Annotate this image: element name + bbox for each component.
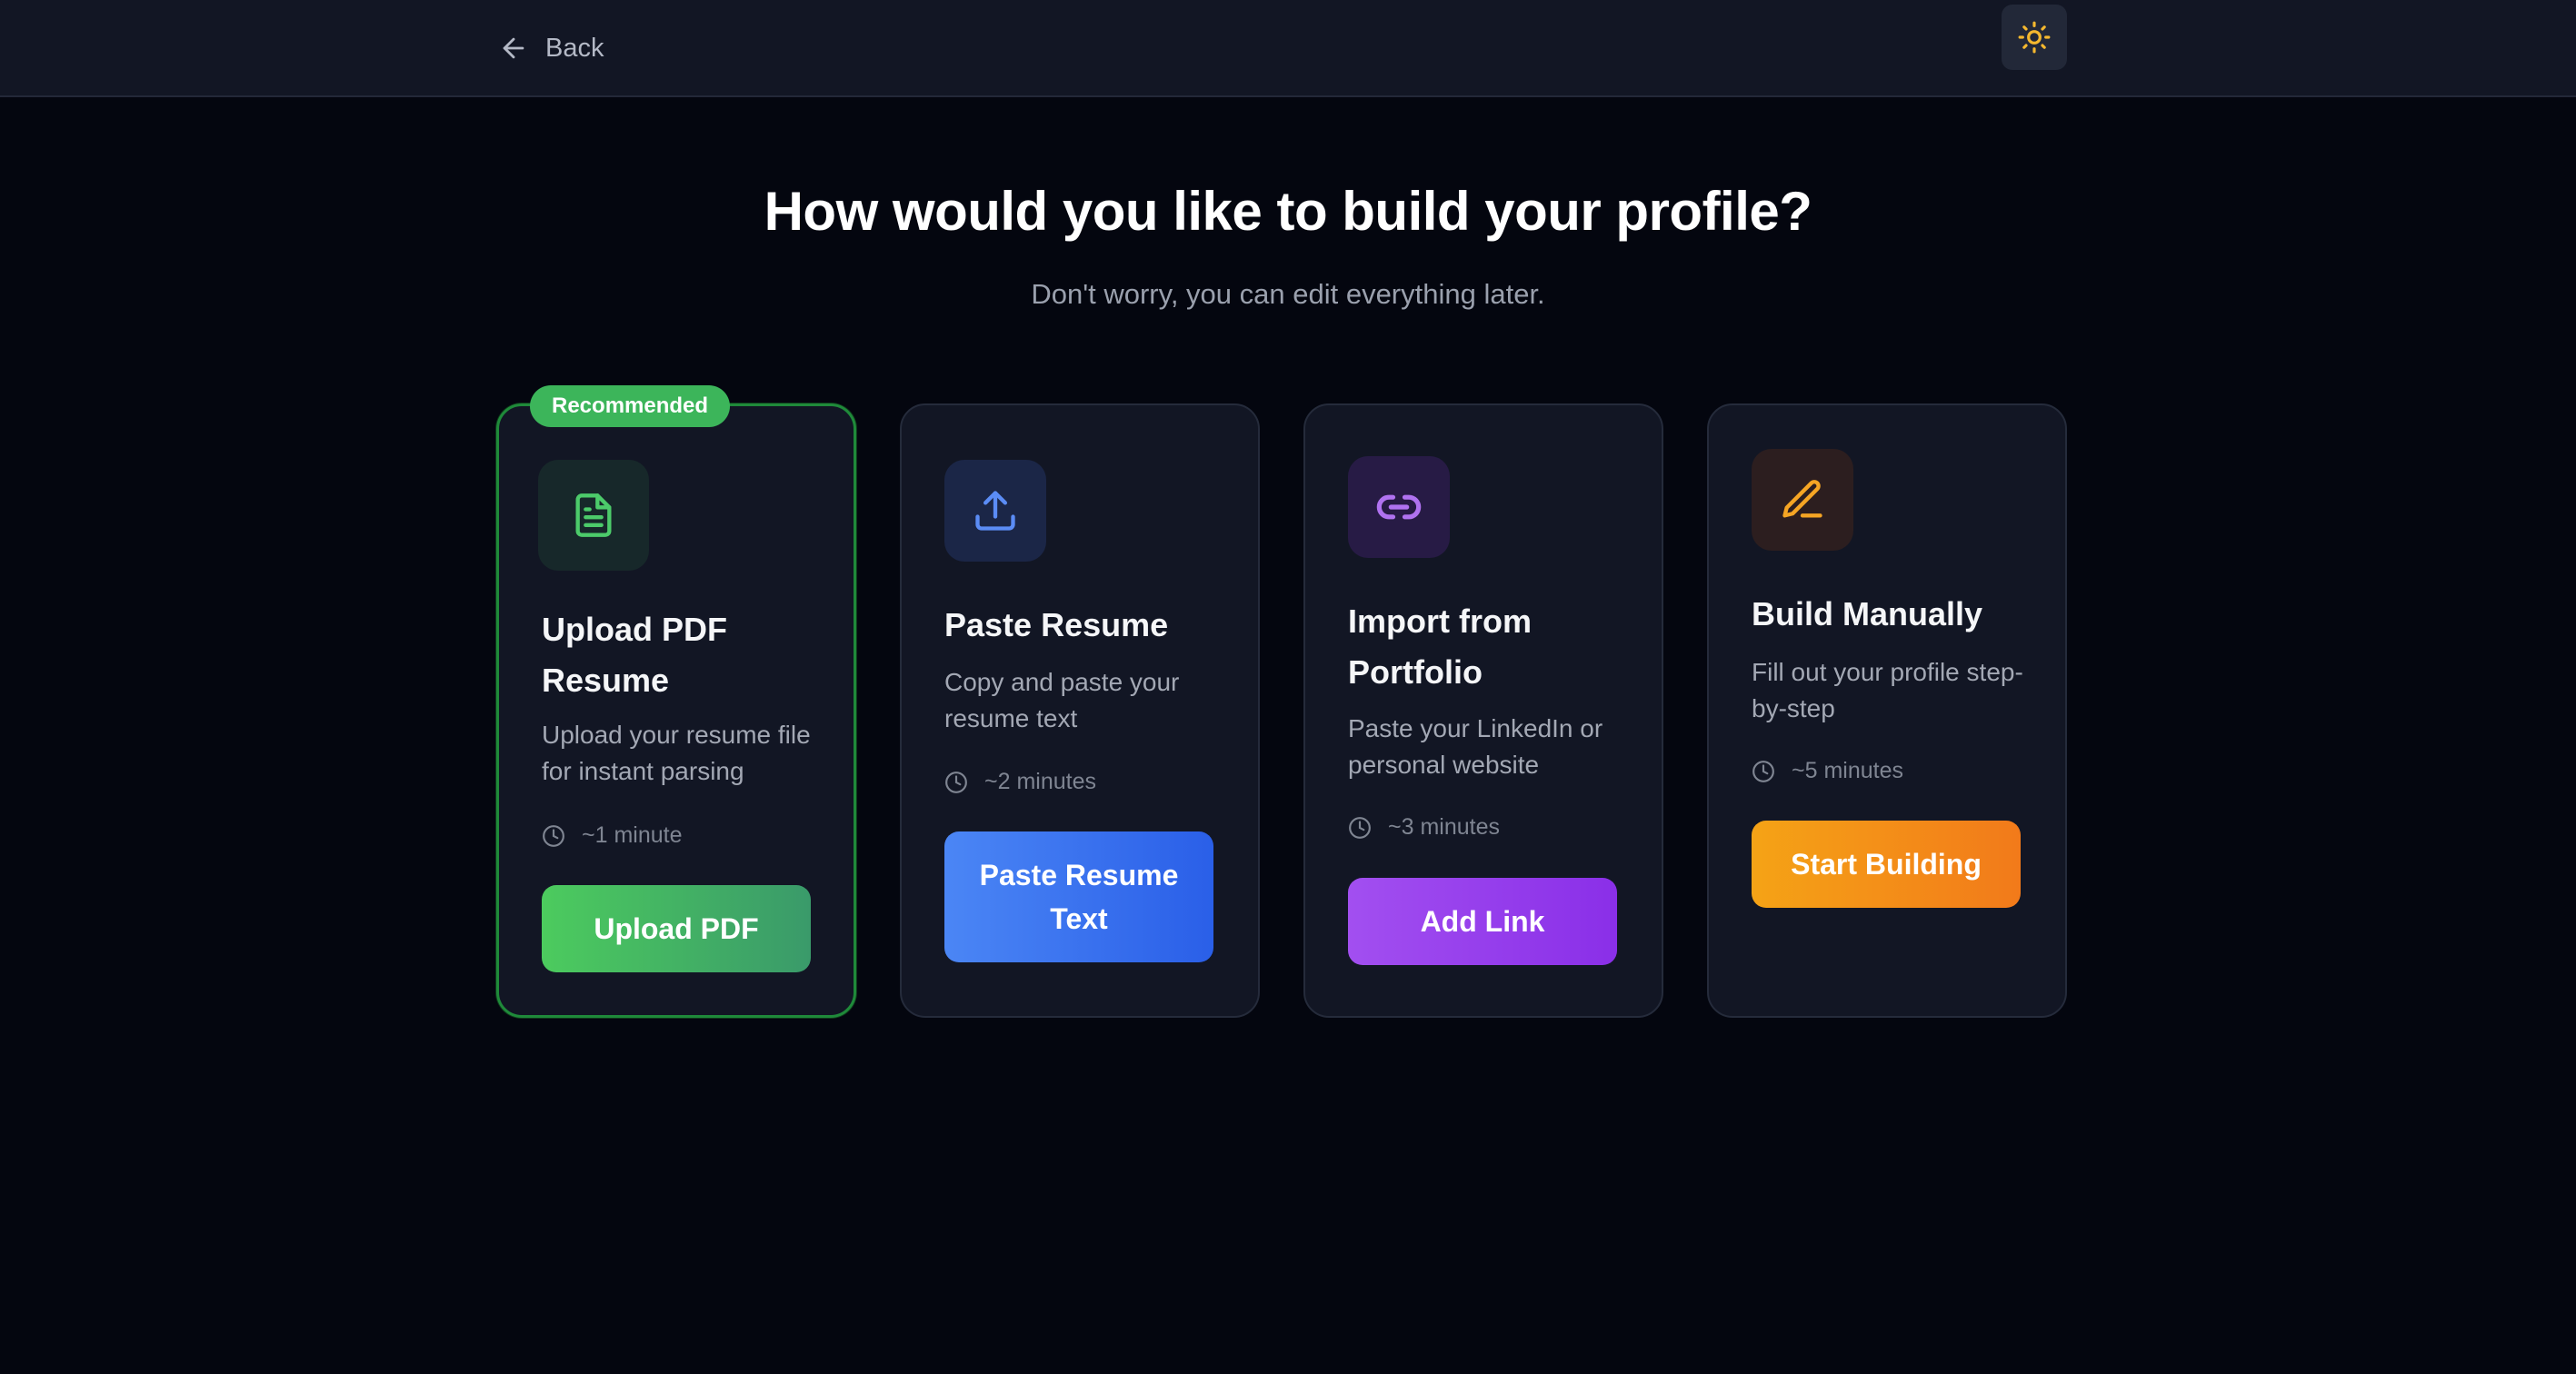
card-title: Paste Resume	[944, 606, 1169, 643]
time-label: ~5 minutes	[1792, 758, 1903, 783]
recommended-badge: Recommended	[530, 385, 731, 427]
card-title: Build Manually	[1752, 595, 1983, 632]
time-label: ~1 minute	[582, 822, 683, 848]
card-description: Copy and paste your resume text	[944, 668, 1180, 732]
pencil-icon	[1782, 480, 1822, 518]
card-paste-resume[interactable]: Paste Resume Copy and paste your resume …	[900, 403, 1260, 1018]
icon-container	[944, 460, 1046, 562]
card-description: Upload your resume file for instant pars…	[542, 721, 811, 785]
file-text-icon	[575, 493, 612, 537]
arrow-left-icon	[503, 37, 524, 59]
page-title: How would you like to build your profile…	[764, 181, 1812, 242]
time-label: ~3 minutes	[1388, 814, 1500, 840]
card-time: ~1 minute	[542, 822, 683, 849]
card-description: Paste your LinkedIn or personal website	[1348, 714, 1603, 779]
card-import-portfolio[interactable]: Import from Portfolio Paste your LinkedI…	[1303, 403, 1663, 1018]
card-time: ~3 minutes	[1348, 814, 1500, 841]
card-build-manually[interactable]: Build Manually Fill out your profile ste…	[1707, 403, 2067, 1018]
back-label: Back	[545, 33, 604, 63]
sun-icon	[2018, 21, 2051, 54]
icon-container	[538, 460, 649, 571]
paste-resume-text-button[interactable]: Paste Resume Text	[944, 831, 1213, 962]
upload-icon	[975, 491, 1015, 531]
clock-icon	[1752, 760, 1774, 782]
card-title: Import from Portfolio	[1348, 602, 1532, 691]
theme-toggle-button[interactable]	[2002, 5, 2067, 70]
clock-icon	[1349, 816, 1371, 839]
card-time: ~5 minutes	[1752, 758, 1903, 784]
upload-pdf-button[interactable]: Upload PDF	[542, 885, 811, 972]
card-title: Upload PDF Resume	[542, 611, 727, 699]
card-time: ~2 minutes	[944, 769, 1096, 795]
back-button[interactable]: Back	[498, 20, 604, 76]
icon-container	[1752, 449, 1853, 551]
top-bar: Back	[0, 0, 2576, 97]
add-link-button[interactable]: Add Link	[1348, 878, 1617, 965]
time-label: ~2 minutes	[984, 769, 1096, 794]
card-upload-pdf[interactable]: Recommended Upload PDF Resume Upload you…	[496, 385, 856, 1018]
page-subtitle: Don't worry, you can edit everything lat…	[1031, 278, 1545, 310]
link-icon	[1376, 494, 1422, 520]
icon-container	[1348, 456, 1450, 558]
card-description: Fill out your profile step-by-step	[1752, 658, 2023, 722]
clock-icon	[945, 771, 967, 793]
clock-icon	[543, 824, 564, 847]
start-building-button[interactable]: Start Building	[1752, 821, 2021, 908]
